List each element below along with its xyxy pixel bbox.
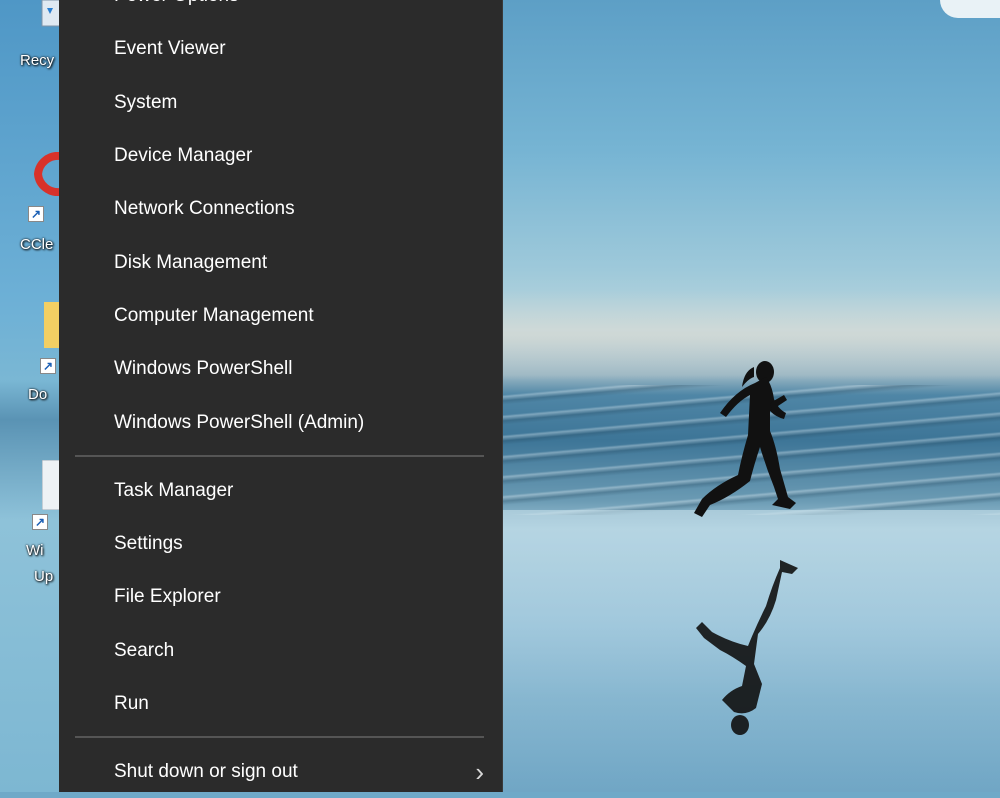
desktop-icon-label: Recy [20, 52, 55, 69]
menu-item-device-manager[interactable]: Device Manager [59, 130, 502, 182]
shortcut-arrow-icon: ↗ [32, 514, 48, 530]
menu-item-search[interactable]: Search [59, 625, 502, 677]
desktop-icon-label: Do [28, 386, 48, 403]
folder-icon [44, 302, 60, 348]
menu-item-network-connections[interactable]: Network Connections [59, 183, 502, 235]
menu-item-file-explorer[interactable]: File Explorer [59, 571, 502, 623]
desktop-icon-label: CCle [20, 236, 54, 253]
shortcut-arrow-icon: ↗ [28, 206, 44, 222]
menu-item-run[interactable]: Run [59, 678, 502, 730]
windows-update-icon [42, 460, 60, 510]
desktop-icon-label-line2: Up [34, 568, 54, 585]
menu-item-task-manager[interactable]: Task Manager [59, 465, 502, 517]
menu-item-shut-down-or-sign-out[interactable]: Shut down or sign out › [59, 746, 502, 798]
shortcut-arrow-icon: ↗ [40, 358, 56, 374]
menu-item-computer-management[interactable]: Computer Management [59, 290, 502, 342]
winx-quick-link-menu: Power Options Event Viewer System Device… [59, 0, 503, 792]
chevron-right-icon: › [475, 757, 484, 787]
menu-item-power-options[interactable]: Power Options [59, 0, 502, 22]
runner-silhouette [694, 361, 798, 735]
menu-separator [75, 455, 484, 457]
menu-item-event-viewer[interactable]: Event Viewer [59, 23, 502, 75]
menu-item-windows-powershell-admin[interactable]: Windows PowerShell (Admin) [59, 397, 502, 449]
desktop-icon-label: Wi [26, 542, 44, 559]
menu-separator [75, 736, 484, 738]
menu-item-windows-powershell[interactable]: Windows PowerShell [59, 343, 502, 395]
menu-item-settings[interactable]: Settings [59, 518, 502, 570]
menu-item-disk-management[interactable]: Disk Management [59, 237, 502, 289]
cloud [940, 0, 1000, 18]
desktop-icons-strip: Recy ↗ CCle ↗ Do ↗ Wi Up [0, 0, 60, 792]
ccleaner-icon [34, 152, 60, 196]
menu-item-system[interactable]: System [59, 77, 502, 129]
recycle-bin-icon [41, 0, 60, 27]
